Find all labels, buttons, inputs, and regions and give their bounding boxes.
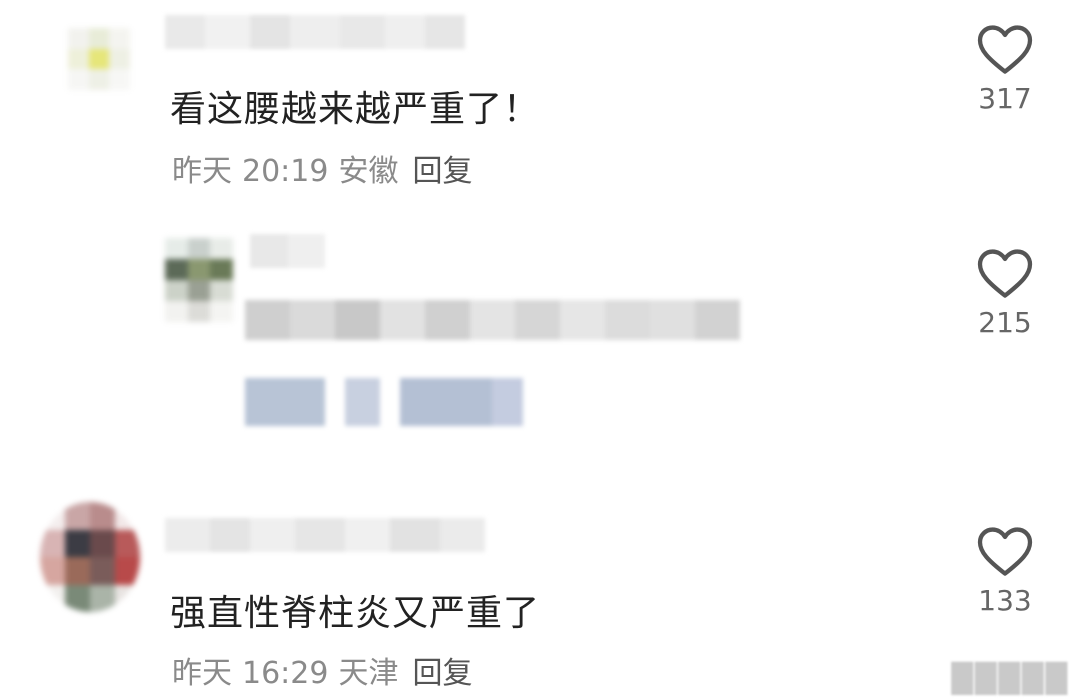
comment-item: 看这腰越来越严重了！ 昨天 20:19 安徽 回复 317 — [0, 0, 1079, 220]
comment-time: 16:29 — [242, 656, 329, 691]
like-button[interactable]: 215 — [970, 248, 1040, 339]
username-blurred[interactable] — [250, 234, 325, 268]
like-count: 133 — [978, 584, 1032, 617]
avatar[interactable] — [40, 502, 140, 612]
heart-outline-icon — [977, 25, 1033, 74]
comment-item: 强直性脊柱炎又严重了 昨天 16:29 天津 回复 133 — [0, 490, 1079, 699]
comment-meta: 昨天 20:19 安徽 回复 — [172, 146, 472, 190]
comment-date: 昨天 — [172, 656, 232, 691]
comment-location: 天津 — [338, 656, 399, 691]
avatar[interactable] — [165, 238, 233, 322]
like-button[interactable]: 317 — [970, 24, 1040, 115]
like-count: 215 — [978, 306, 1032, 339]
comment-text: 看这腰越来越严重了！ — [170, 89, 541, 130]
reply-button[interactable]: 回复 — [412, 146, 472, 190]
watermark-blurred: █████ — [951, 662, 1069, 695]
like-button[interactable]: 133 — [970, 526, 1040, 617]
like-count: 317 — [978, 82, 1032, 115]
reply-button[interactable]: 回复 — [412, 648, 472, 692]
username-blurred[interactable] — [165, 518, 485, 552]
reply-comment-item: 215 — [0, 220, 1079, 490]
heart-outline-icon — [977, 249, 1033, 298]
comment-location: 安徽 — [338, 154, 399, 189]
comment-text-blurred — [245, 300, 740, 340]
username-blurred[interactable] — [165, 15, 465, 49]
comment-time: 20:19 — [242, 154, 329, 189]
avatar[interactable] — [68, 28, 130, 90]
heart-outline-icon — [977, 527, 1033, 576]
comment-meta-blurred — [245, 378, 523, 426]
comment-meta: 昨天 16:29 天津 回复 — [172, 648, 472, 692]
comment-date: 昨天 — [172, 154, 232, 189]
comment-text: 强直性脊柱炎又严重了 — [170, 593, 541, 634]
